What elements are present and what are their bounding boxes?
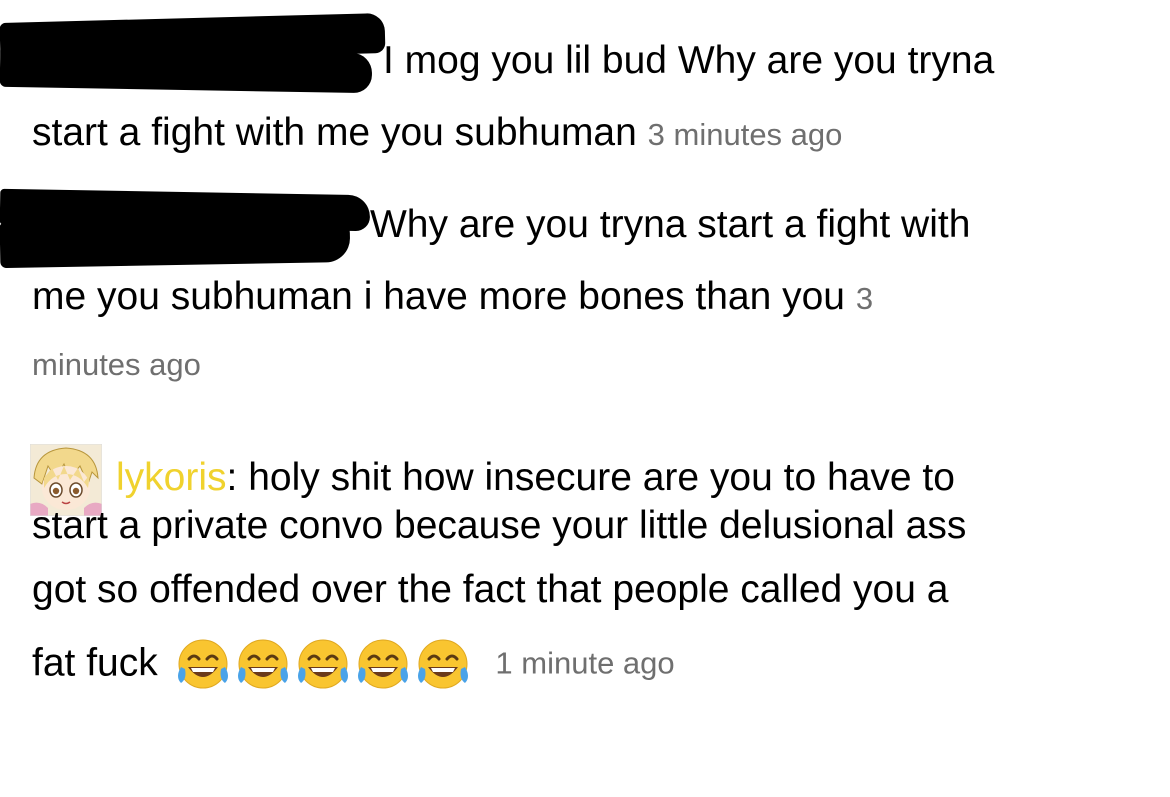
- comment-2-line-2: me you subhuman i have more bones than y…: [32, 274, 873, 322]
- tears-of-joy-icon: [297, 639, 348, 689]
- comment-3-line-2: start a private convo because your littl…: [32, 503, 966, 549]
- comment-3-text-line-3: got so offended over the fact that peopl…: [32, 568, 949, 611]
- comment-3-text-line-2: start a private convo because your littl…: [32, 504, 967, 547]
- username-separator: :: [226, 456, 238, 499]
- comment-2-timestamp-part2: minutes ago: [32, 347, 201, 382]
- comment-1-text: I mog you lil bud Why are you tryna: [383, 39, 995, 82]
- comment-1-text-cont: start a fight with me you subhuman: [32, 111, 637, 154]
- tears-of-joy-icon: [417, 639, 468, 689]
- comment-2-text-cont: me you subhuman i have more bones than y…: [32, 275, 846, 318]
- comment-3-line-1: lykoris: holy shit how insecure are you …: [116, 455, 955, 501]
- comment-3-line-4: fat fuck 1 minute ago: [32, 633, 675, 693]
- tears-of-joy-icon: [357, 639, 408, 689]
- comment-1-line-2: start a fight with me you subhuman 3 min…: [32, 110, 842, 158]
- emoji-row: [175, 634, 475, 693]
- username-link[interactable]: lykoris: [116, 456, 227, 499]
- comment-2-text: Why are you tryna start a fight with: [370, 203, 971, 246]
- comment-1-line-1: I mog you lil bud Why are you tryna: [383, 38, 994, 84]
- redaction-bar-2b: [0, 216, 351, 269]
- comment-3-line-3: got so offended over the fact that peopl…: [32, 567, 948, 613]
- redaction-bar-1b: [0, 46, 373, 94]
- comment-2-line-1: Why are you tryna start a fight with: [370, 202, 970, 248]
- comment-3-timestamp: 1 minute ago: [495, 645, 675, 681]
- tears-of-joy-icon: [237, 639, 288, 689]
- comment-3-text-line-1: holy shit how insecure are you to have t…: [237, 456, 955, 499]
- comment-1-timestamp: 3 minutes ago: [647, 117, 843, 152]
- comment-3-text-line-4: fat fuck: [32, 641, 158, 685]
- comment-2-timestamp-part1: 3: [855, 281, 874, 316]
- tears-of-joy-icon: [177, 639, 228, 689]
